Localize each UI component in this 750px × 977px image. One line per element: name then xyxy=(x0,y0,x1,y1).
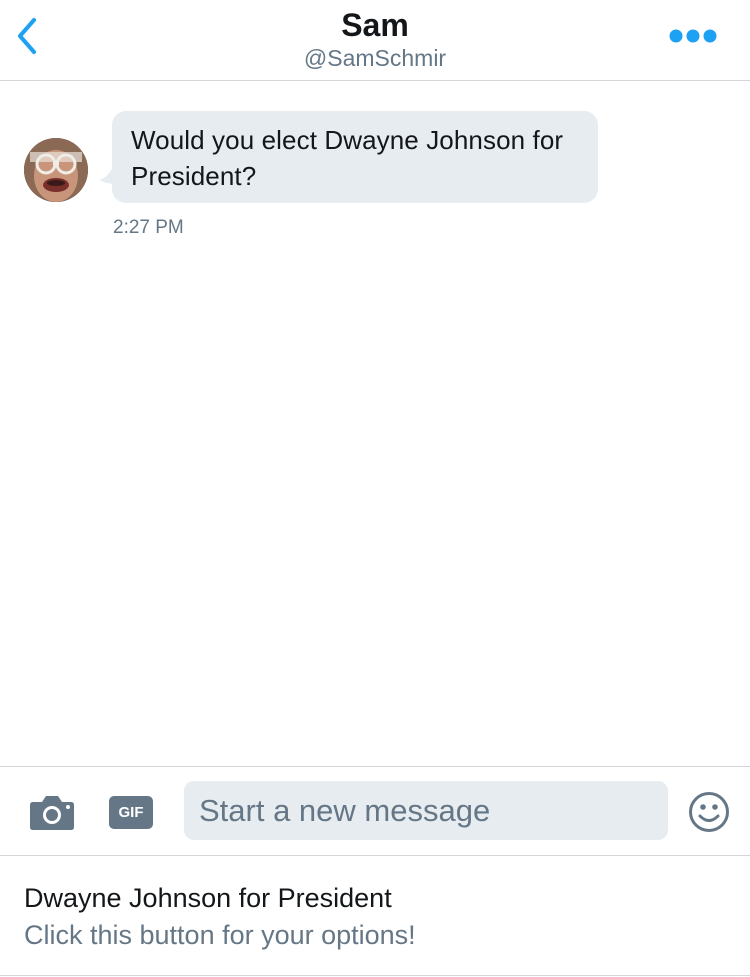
camera-icon xyxy=(30,796,74,830)
message-thread: Would you elect Dwayne Johnson for Presi… xyxy=(0,81,750,766)
emoji-button[interactable] xyxy=(688,791,730,833)
more-dots-icon xyxy=(669,29,717,43)
message-input[interactable] xyxy=(184,781,668,840)
option-title: Dwayne Johnson for President xyxy=(24,883,392,913)
message-composer: GIF xyxy=(0,766,750,856)
quick-reply-option[interactable]: Dwayne Johnson for President Click this … xyxy=(0,856,750,976)
message-bubble[interactable]: Would you elect Dwayne Johnson for Presi… xyxy=(112,111,598,203)
page-title: Sam xyxy=(341,7,409,43)
option-subtitle: Click this button for your options! xyxy=(24,920,416,950)
conversation-header: Sam @SamSchmir xyxy=(0,0,750,81)
gif-button[interactable]: GIF xyxy=(109,796,153,829)
smiley-icon xyxy=(689,792,729,832)
camera-button[interactable] xyxy=(29,795,75,831)
avatar[interactable] xyxy=(24,138,88,202)
message-timestamp: 2:27 PM xyxy=(113,217,184,238)
user-handle: @SamSchmir xyxy=(303,45,447,71)
avatar-photo xyxy=(24,138,88,202)
more-options-button[interactable] xyxy=(666,26,722,46)
